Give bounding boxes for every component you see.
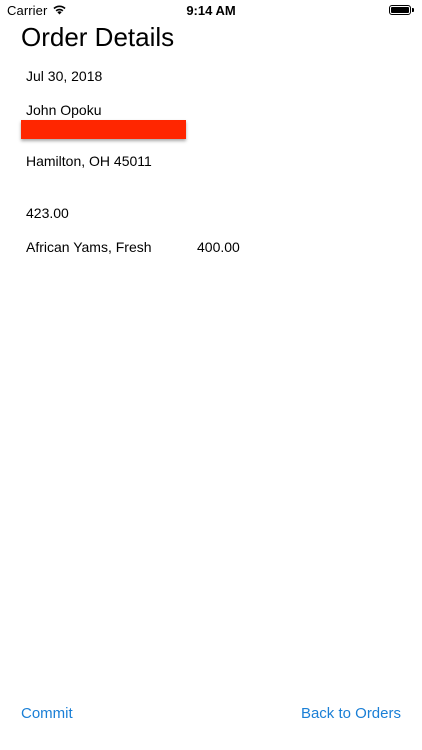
page-title: Order Details xyxy=(21,22,175,52)
item-price: 400.00 xyxy=(197,239,240,255)
redacted-address-block xyxy=(21,120,186,139)
commit-button[interactable]: Commit xyxy=(21,704,73,724)
battery-level xyxy=(391,7,409,13)
battery-icon xyxy=(389,5,411,15)
item-name: African Yams, Fresh xyxy=(26,239,152,255)
order-total: 423.00 xyxy=(26,205,69,221)
battery-tip xyxy=(412,8,414,12)
list-item: African Yams, Fresh 400.00 xyxy=(26,238,406,256)
customer-city-state-zip: Hamilton, OH 45011 xyxy=(26,153,152,169)
status-time: 9:14 AM xyxy=(186,3,236,18)
customer-name: John Opoku xyxy=(26,102,102,118)
back-to-orders-button[interactable]: Back to Orders xyxy=(301,704,401,724)
order-date: Jul 30, 2018 xyxy=(26,68,103,84)
status-bar: Carrier 9:14 AM xyxy=(0,0,422,22)
